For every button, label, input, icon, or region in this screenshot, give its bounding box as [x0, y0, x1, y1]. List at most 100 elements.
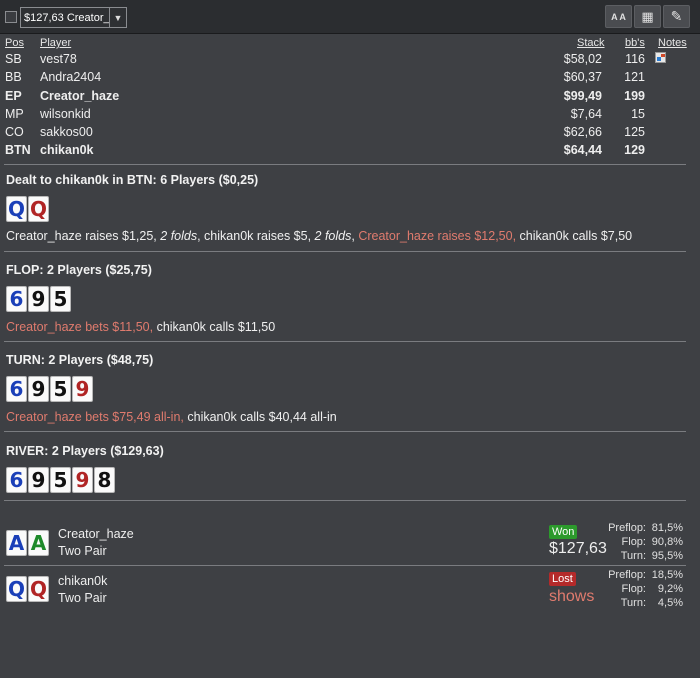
player-name: Creator_haze [40, 89, 120, 103]
player-row[interactable]: EP Creator_haze $99,49 199 [0, 89, 700, 107]
divider [4, 164, 686, 165]
flop-header: FLOP: 2 Players ($25,75) [6, 263, 152, 277]
playing-card: Q [28, 196, 49, 222]
font-size-button[interactable]: A A [605, 5, 632, 28]
equity-value: 90,8% [651, 536, 683, 548]
playing-card: 6 [6, 467, 27, 493]
shown-cards: AA [6, 530, 49, 556]
action-text: chikan0k calls $40,44 all-in [183, 410, 337, 424]
playing-card: 9 [28, 286, 49, 312]
result-amount: $127,63 [549, 540, 607, 557]
preflop-actions: Creator_haze raises $1,25, 2 folds, chik… [6, 229, 632, 243]
equity-street: Flop: [621, 583, 646, 595]
player-position: CO [5, 125, 24, 139]
flop-actions: Creator_haze bets $11,50, chikan0k calls… [6, 320, 275, 334]
playing-card: Q [28, 576, 49, 602]
action-text: 2 folds [314, 229, 352, 243]
divider [4, 431, 686, 432]
action-text: 2 folds [160, 229, 198, 243]
river-cards: 69598 [6, 467, 115, 493]
turn-actions: Creator_haze bets $75,49 all-in, chikan0… [6, 410, 337, 424]
equity-value: 81,5% [651, 522, 683, 534]
divider [4, 341, 686, 342]
playing-card: 6 [6, 376, 27, 402]
hand-select-value: $127,63 Creator_haze [24, 11, 109, 24]
player-position: BB [5, 70, 22, 84]
player-bbs: 125 [624, 125, 645, 139]
player-position: SB [5, 52, 22, 66]
playing-card: Q [6, 576, 27, 602]
result-player-name: Creator_haze [58, 527, 134, 541]
pencil-icon: ✎ [670, 8, 683, 24]
player-bbs: 15 [631, 107, 645, 121]
column-player[interactable]: Player [40, 37, 71, 49]
action-text: chikan0k calls $7,50 [516, 229, 633, 243]
result-hand: Two Pair [58, 591, 107, 605]
action-text: , chikan0k raises $5, [197, 229, 315, 243]
equity-value: 9,2% [657, 583, 683, 595]
player-name: Andra2404 [40, 70, 102, 84]
grid-button[interactable]: ▦ [634, 5, 661, 28]
player-bbs: 121 [624, 70, 645, 84]
playing-card: 5 [50, 376, 71, 402]
player-stack: $64,44 [563, 143, 602, 157]
grid-icon: ▦ [641, 8, 654, 24]
equity-street: Turn: [620, 597, 646, 609]
result-amount: shows [549, 588, 595, 605]
player-name: vest78 [40, 52, 77, 66]
playing-card: 5 [50, 286, 71, 312]
edit-button[interactable]: ✎ [663, 5, 690, 28]
hand-select[interactable]: $127,63 Creator_haze ▼ [20, 7, 127, 28]
playing-card: 5 [50, 467, 71, 493]
player-stack: $7,64 [570, 107, 602, 121]
player-row[interactable]: MP wilsonkid $7,64 15 [0, 107, 700, 125]
player-row[interactable]: BB Andra2404 $60,37 121 [0, 70, 700, 88]
turn-cards: 6959 [6, 376, 93, 402]
player-row[interactable]: CO sakkos00 $62,66 125 [0, 125, 700, 143]
player-bbs: 129 [624, 143, 645, 157]
column-notes[interactable]: Notes [658, 37, 687, 49]
note-icon[interactable] [655, 52, 666, 63]
action-text: Creator_haze raises $12,50, [358, 229, 517, 243]
player-position: MP [5, 107, 24, 121]
chevron-down-icon[interactable]: ▼ [109, 8, 126, 27]
player-bbs: 116 [625, 52, 645, 66]
flop-cards: 695 [6, 286, 71, 312]
player-name: wilsonkid [40, 107, 91, 121]
divider [4, 565, 686, 566]
result-player-name: chikan0k [58, 574, 108, 588]
equity-street: Turn: [620, 550, 646, 562]
playing-card: 9 [72, 467, 93, 493]
player-row[interactable]: SB vest78 $58,02 116 [0, 52, 700, 70]
river-header: RIVER: 2 Players ($129,63) [6, 444, 164, 458]
player-name: sakkos00 [40, 125, 93, 139]
column-stack[interactable]: Stack [577, 37, 605, 49]
playing-card: A [6, 530, 27, 556]
select-checkbox[interactable] [5, 11, 17, 23]
lost-badge: Lost [549, 572, 576, 586]
player-bbs: 199 [624, 89, 645, 103]
playing-card: 6 [6, 286, 27, 312]
player-position: BTN [5, 143, 31, 157]
column-pos[interactable]: Pos [5, 37, 24, 49]
playing-card: 9 [28, 376, 49, 402]
player-stack: $58,02 [563, 52, 602, 66]
player-stack: $62,66 [563, 125, 602, 139]
equity-street: Preflop: [608, 569, 646, 581]
column-bbs[interactable]: bb's [625, 37, 645, 49]
hole-cards: QQ [6, 196, 49, 222]
equity-street: Preflop: [608, 522, 646, 534]
player-name: chikan0k [40, 143, 94, 157]
player-row[interactable]: BTN chikan0k $64,44 129 [0, 143, 700, 161]
shown-cards: QQ [6, 576, 49, 602]
equity-value: 18,5% [651, 569, 683, 581]
action-text: Creator_haze bets $75,49 all-in, [6, 410, 184, 424]
font-size-icon: A A [611, 11, 626, 22]
playing-card: 9 [28, 467, 49, 493]
action-text: chikan0k calls $11,50 [153, 320, 276, 334]
playing-card: A [28, 530, 49, 556]
player-position: EP [5, 89, 22, 103]
action-text: Creator_haze bets $11,50, [6, 320, 154, 334]
turn-header: TURN: 2 Players ($48,75) [6, 353, 154, 367]
action-text: Creator_haze raises $1,25, [6, 229, 161, 243]
